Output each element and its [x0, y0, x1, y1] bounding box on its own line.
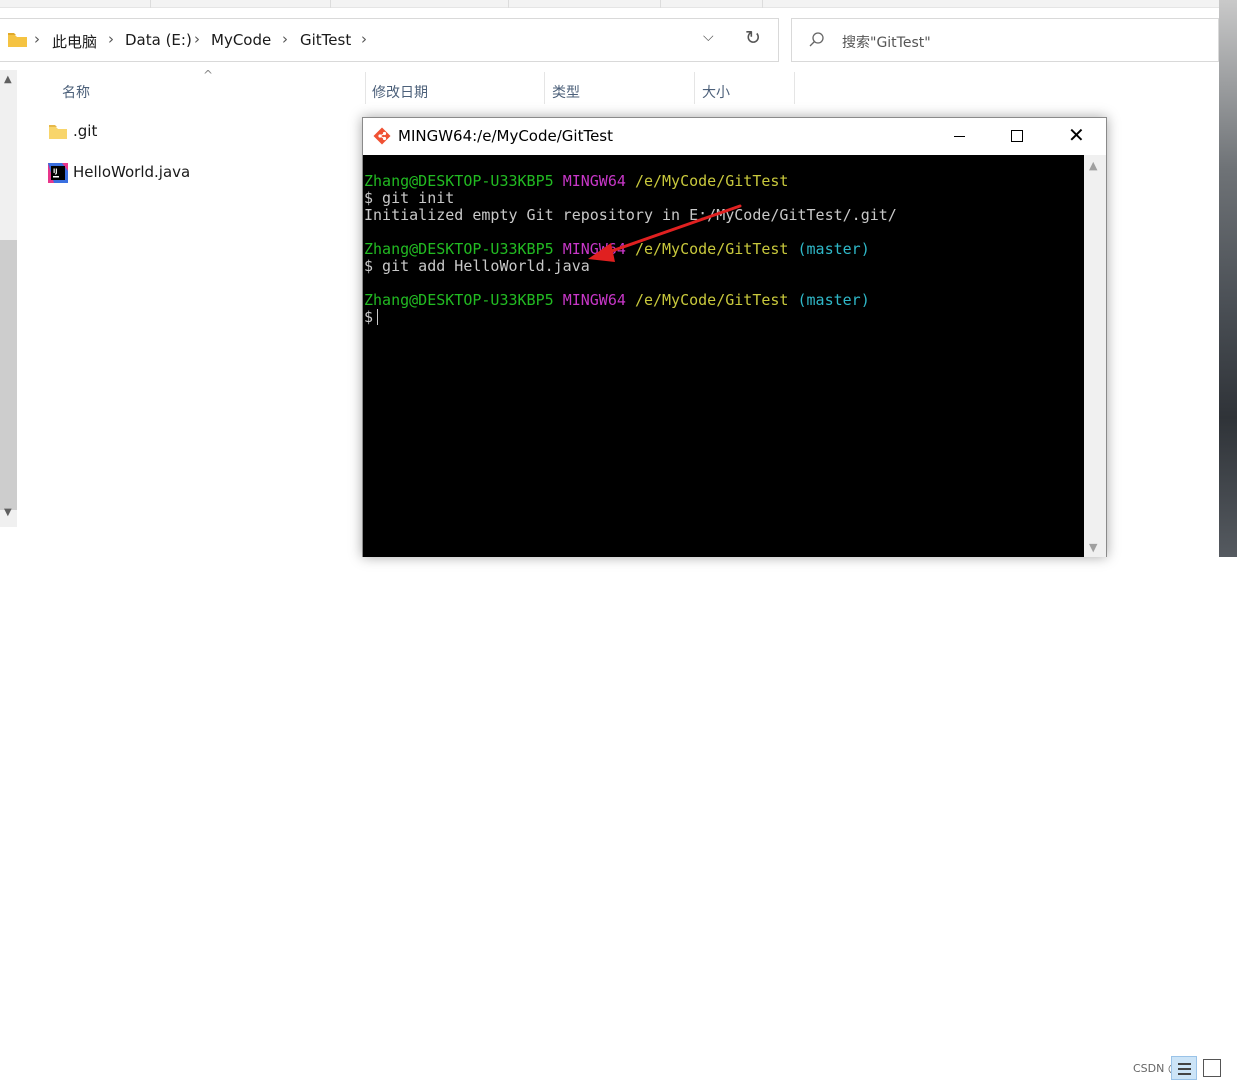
- file-row-git-folder[interactable]: .git: [46, 116, 366, 150]
- details-view-button[interactable]: [1171, 1056, 1197, 1080]
- file-name[interactable]: HelloWorld.java: [73, 163, 190, 181]
- scroll-down-icon[interactable]: ▼: [4, 507, 12, 518]
- command-line: $ git add HelloWorld.java: [364, 257, 590, 275]
- breadcrumb-gittest[interactable]: GitTest: [300, 31, 351, 49]
- chevron-right-icon: ›: [34, 30, 40, 48]
- column-divider[interactable]: [694, 72, 695, 104]
- file-name[interactable]: .git: [73, 122, 97, 140]
- chevron-right-icon[interactable]: ›: [361, 30, 367, 48]
- sort-ascending-icon: ^: [203, 68, 214, 82]
- mingw64-terminal-window[interactable]: MINGW64:/e/MyCode/GitTest ✕ Zhang@DESKTO…: [362, 117, 1107, 557]
- search-icon: [809, 32, 824, 47]
- refresh-icon[interactable]: ↻: [745, 27, 761, 49]
- scrollbar-thumb[interactable]: [0, 240, 17, 510]
- prompt-line: Zhang@DESKTOP-U33KBP5 MINGW64 /e/MyCode/…: [364, 172, 789, 190]
- terminal-scrollbar[interactable]: ▲ ▼: [1084, 155, 1106, 557]
- column-header-size[interactable]: 大小: [702, 70, 730, 108]
- address-bar[interactable]: › 此电脑 › Data (E:) › MyCode › GitTest › ⌵…: [0, 18, 779, 62]
- scroll-up-icon[interactable]: ▲: [1089, 159, 1097, 172]
- maximize-button[interactable]: [988, 118, 1046, 155]
- column-header-type[interactable]: 类型: [552, 70, 580, 108]
- column-header-name[interactable]: 名称: [62, 70, 90, 108]
- search-input[interactable]: 搜索"GitTest": [842, 32, 931, 52]
- chevron-down-icon[interactable]: ⌵: [703, 29, 714, 45]
- output-line: Initialized empty Git repository in E:/M…: [364, 206, 897, 224]
- column-divider[interactable]: [544, 72, 545, 104]
- ribbon-tabs-strip: [0, 0, 1237, 8]
- file-row-helloworld[interactable]: IJ HelloWorld.java: [46, 157, 366, 191]
- chevron-right-icon[interactable]: ›: [108, 30, 114, 48]
- chevron-right-icon[interactable]: ›: [194, 30, 200, 48]
- breadcrumb-this-pc[interactable]: 此电脑: [52, 31, 97, 52]
- folder-icon: [8, 33, 27, 47]
- terminal-title: MINGW64:/e/MyCode/GitTest: [398, 127, 614, 145]
- svg-text:IJ: IJ: [53, 168, 57, 175]
- folder-icon: [49, 125, 67, 139]
- command-line: $ git init: [364, 189, 455, 207]
- terminal-output[interactable]: Zhang@DESKTOP-U33KBP5 MINGW64 /e/MyCode/…: [363, 155, 1084, 557]
- prompt-line: Zhang@DESKTOP-U33KBP5 MINGW64 /e/MyCode/…: [364, 240, 870, 258]
- minimize-button[interactable]: [930, 118, 988, 155]
- prompt-line: Zhang@DESKTOP-U33KBP5 MINGW64 /e/MyCode/…: [364, 291, 870, 309]
- intellij-java-file-icon: IJ: [48, 163, 68, 183]
- desktop-wallpaper-edge: [1219, 0, 1237, 557]
- column-divider[interactable]: [794, 72, 795, 104]
- breadcrumb-mycode[interactable]: MyCode: [211, 31, 271, 49]
- chevron-right-icon[interactable]: ›: [282, 30, 288, 48]
- text-cursor: [377, 309, 379, 325]
- close-button[interactable]: ✕: [1047, 118, 1105, 155]
- column-divider[interactable]: [365, 72, 366, 104]
- scroll-up-icon[interactable]: ▲: [4, 74, 12, 85]
- git-bash-icon: [373, 127, 391, 145]
- column-header-modified[interactable]: 修改日期: [372, 70, 428, 108]
- scroll-down-icon[interactable]: ▼: [1089, 541, 1097, 554]
- terminal-titlebar[interactable]: MINGW64:/e/MyCode/GitTest ✕: [363, 118, 1106, 155]
- large-icons-view-button[interactable]: [1203, 1059, 1221, 1077]
- nav-pane-scrollbar[interactable]: ▲ ▼: [0, 70, 17, 527]
- input-prompt-line[interactable]: $: [364, 309, 379, 326]
- breadcrumb-data-drive[interactable]: Data (E:): [125, 31, 192, 49]
- search-box[interactable]: 搜索"GitTest": [791, 18, 1219, 62]
